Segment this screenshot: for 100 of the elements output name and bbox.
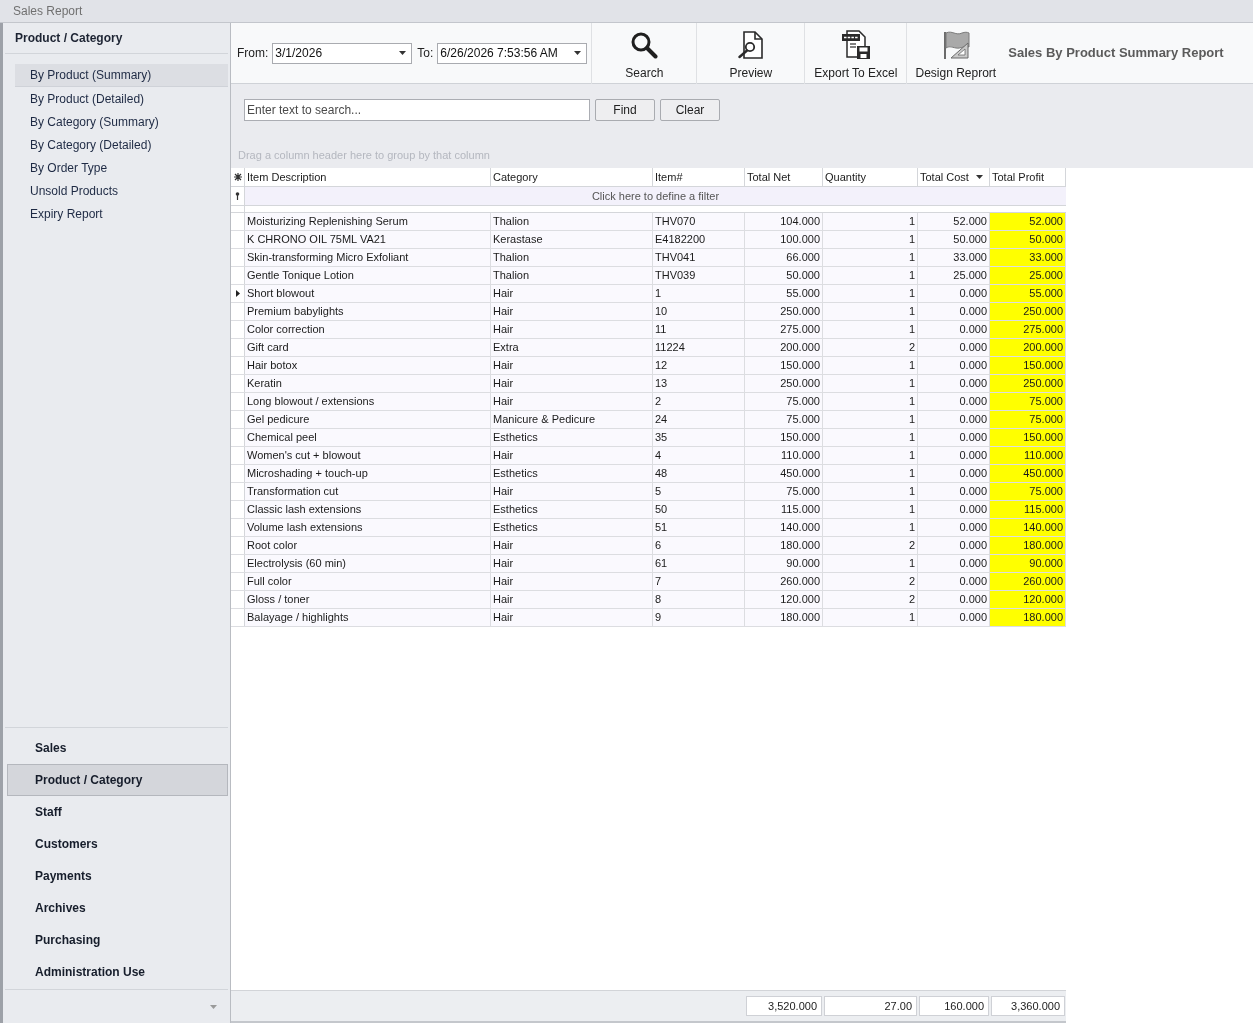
navigation-group[interactable]: Sales	[7, 732, 228, 764]
table-cell: Hair	[491, 573, 653, 590]
table-cell: 1	[823, 447, 918, 464]
table-cell: 0.000	[918, 555, 990, 572]
table-cell: 180.000	[745, 537, 823, 554]
sidebar-item[interactable]: By Product (Detailed)	[15, 87, 228, 110]
sidebar-item[interactable]: Unsold Products	[15, 179, 228, 202]
table-cell: 2	[823, 591, 918, 608]
table-cell: Hair botox	[245, 357, 491, 374]
table-cell: Extra	[491, 339, 653, 356]
table-cell: 1	[823, 483, 918, 500]
sidebar-item[interactable]: By Category (Detailed)	[15, 133, 228, 156]
table-cell: Hair	[491, 357, 653, 374]
search-field[interactable]: Enter text to search...	[244, 99, 590, 121]
sidebar-item[interactable]: By Category (Summary)	[15, 110, 228, 133]
date-field[interactable]: 6/26/2026 7:53:56 AM	[437, 42, 588, 64]
table-cell: 0.000	[918, 357, 990, 374]
table-cell: Hair	[491, 393, 653, 410]
window-title: Sales Report	[13, 3, 83, 20]
table-cell: 75.000	[745, 411, 823, 428]
column-header[interactable]: Item Description	[245, 168, 491, 186]
summary-cell: 3,360.000	[991, 996, 1065, 1016]
navigation-group[interactable]: Staff	[7, 796, 228, 828]
table-cell: 115.000	[745, 501, 823, 518]
design-report-button[interactable]: Design Reprort	[906, 22, 1005, 84]
table-cell: 2	[653, 393, 745, 410]
table-cell: 275.000	[745, 321, 823, 338]
table-cell: 13	[653, 375, 745, 392]
column-header[interactable]: Quantity	[823, 168, 918, 186]
table-cell: 61	[653, 555, 745, 572]
table-cell: 75.000	[990, 483, 1066, 500]
table-cell: Hair	[491, 447, 653, 464]
table-cell: 1	[823, 213, 918, 230]
table-cell: 1	[823, 609, 918, 626]
table-cell: Hair	[491, 591, 653, 608]
table-cell: 50.000	[745, 267, 823, 284]
sidebar-item[interactable]: By Product (Summary)	[15, 64, 228, 87]
sidebar-item[interactable]: By Order Type	[15, 156, 228, 179]
find-button[interactable]: Find	[595, 99, 655, 121]
table-cell: 115.000	[990, 501, 1066, 518]
clear-button[interactable]: Clear	[660, 99, 720, 121]
table-cell: Hair	[491, 321, 653, 338]
preview-button[interactable]: Preview	[696, 22, 805, 84]
date-field[interactable]: 3/1/2026	[272, 42, 413, 64]
navigation-group[interactable]: Payments	[7, 860, 228, 892]
navigation-group[interactable]: Customers	[7, 828, 228, 860]
table-cell: 75.000	[990, 411, 1066, 428]
filter-row[interactable]: Click here to define a filter	[245, 187, 1066, 205]
export-button[interactable]: Export To Excel	[804, 22, 907, 84]
table-cell: Chemical peel	[245, 429, 491, 446]
table-cell: Color correction	[245, 321, 491, 338]
navigation-group[interactable]: Administration Use	[7, 956, 228, 988]
table-cell: 150.000	[990, 429, 1066, 446]
table-cell: 1	[823, 465, 918, 482]
table-cell: Hair	[491, 555, 653, 572]
table-cell: 33.000	[918, 249, 990, 266]
table-cell: Gel pedicure	[245, 411, 491, 428]
asterisk-icon[interactable]	[233, 173, 242, 181]
table-cell: Manicure & Pedicure	[491, 411, 653, 428]
table-cell: 2	[823, 339, 918, 356]
column-header[interactable]: Total Profit	[990, 168, 1066, 186]
table-cell: 1	[823, 285, 918, 302]
table-cell: 0.000	[918, 519, 990, 536]
table-cell: 450.000	[990, 465, 1066, 482]
table-cell: Hair	[491, 285, 653, 302]
navigation-group[interactable]: Archives	[7, 892, 228, 924]
navigation-group[interactable]: Product / Category	[7, 764, 228, 796]
table-cell: 250.000	[990, 375, 1066, 392]
summary-cell: 3,520.000	[746, 996, 822, 1016]
table-cell: E4182200	[653, 231, 745, 248]
table-cell: 1	[823, 501, 918, 518]
table-cell: 180.000	[990, 609, 1066, 626]
table-cell: 0.000	[918, 447, 990, 464]
table-cell: 1	[823, 267, 918, 284]
pin-icon[interactable]	[235, 192, 240, 200]
table-cell: Esthetics	[491, 519, 653, 536]
table-cell: 11224	[653, 339, 745, 356]
table-cell: 120.000	[990, 591, 1066, 608]
column-header[interactable]: Item#	[653, 168, 745, 186]
table-cell: 0.000	[918, 591, 990, 608]
table-cell: 150.000	[990, 357, 1066, 374]
table-cell: 275.000	[990, 321, 1066, 338]
column-header[interactable]: Total Cost	[918, 168, 990, 186]
navigation-group[interactable]: Purchasing	[7, 924, 228, 956]
table-cell: 140.000	[745, 519, 823, 536]
table-cell: Hair	[491, 303, 653, 320]
table-cell: 50	[653, 501, 745, 518]
table-cell: 1	[823, 375, 918, 392]
dropdown-caret-icon	[399, 51, 407, 55]
column-header[interactable]: Category	[491, 168, 653, 186]
table-cell: 51	[653, 519, 745, 536]
column-header[interactable]: Total Net	[745, 168, 823, 186]
search-button[interactable]: Search	[591, 22, 697, 84]
sidebar-item[interactable]: Expiry Report	[15, 202, 228, 225]
table-cell: 8	[653, 591, 745, 608]
table-cell: Hair	[491, 483, 653, 500]
table-cell: 10	[653, 303, 745, 320]
table-cell: 0.000	[918, 375, 990, 392]
table-cell: Electrolysis (60 min)	[245, 555, 491, 572]
table-cell: 0.000	[918, 573, 990, 590]
